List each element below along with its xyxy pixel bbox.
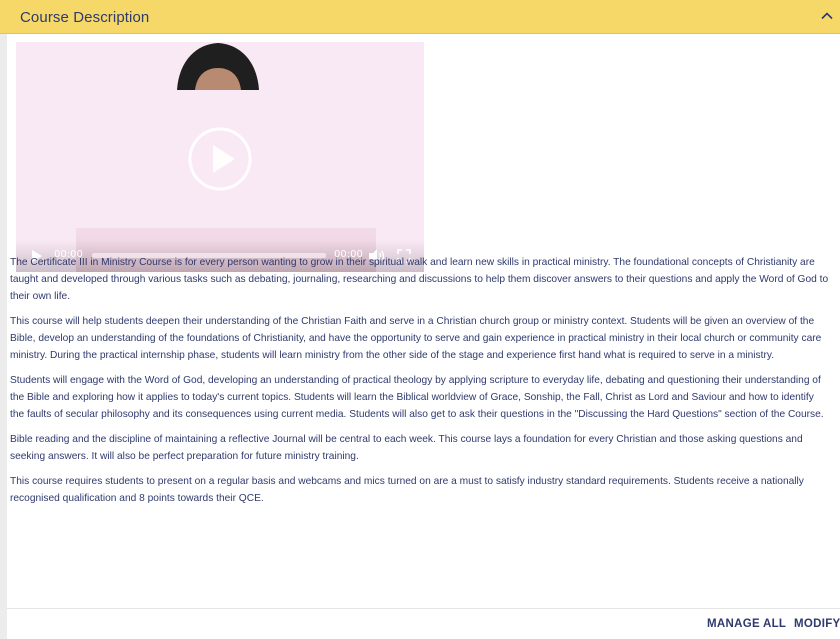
video-player[interactable]: 00:00 00:00 (16, 42, 424, 272)
chevron-up-icon[interactable] (820, 9, 834, 23)
description-paragraph: This course will help students deepen th… (10, 316, 822, 361)
description-paragraph: Bible reading and the discipline of main… (10, 434, 803, 462)
left-border-strip (0, 0, 7, 639)
description-paragraph: The Certificate III in Ministry Course i… (10, 257, 829, 302)
manage-all-button[interactable]: MANAGE ALL (707, 618, 786, 630)
modify-button[interactable]: MODIFY (794, 618, 840, 630)
course-description-text: The Certificate III in Ministry Course i… (10, 254, 830, 515)
description-paragraph: This course requires students to present… (10, 476, 804, 504)
video-thumbnail-person (177, 43, 259, 90)
accordion-title: Course Description (20, 9, 150, 26)
description-paragraph: Students will engage with the Word of Go… (10, 375, 824, 420)
accordion-header-course-description[interactable]: Course Description (0, 0, 840, 34)
footer-divider (7, 608, 840, 609)
play-circle-icon[interactable] (188, 127, 252, 191)
